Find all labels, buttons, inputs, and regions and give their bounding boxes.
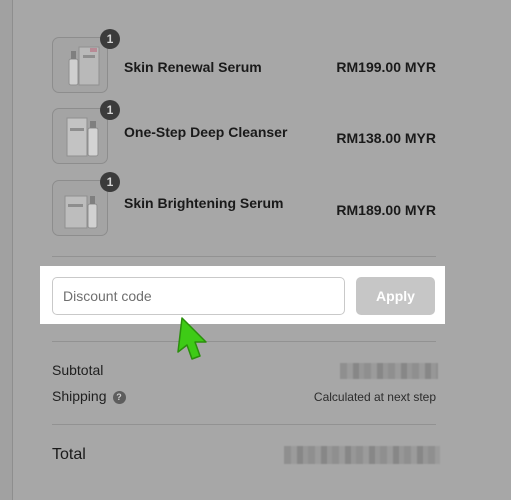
divider bbox=[52, 341, 436, 342]
line-item: 1 Skin Renewal Serum RM199.00 MYR bbox=[52, 29, 436, 97]
product-price: RM199.00 MYR bbox=[336, 59, 436, 75]
product-thumbnail bbox=[52, 108, 108, 164]
quantity-badge: 1 bbox=[100, 172, 120, 192]
arrow-pointer-icon bbox=[177, 317, 207, 360]
shipping-label: Shipping bbox=[52, 388, 107, 404]
shipping-value: Calculated at next step bbox=[313, 390, 436, 404]
line-item: 1 One-Step Deep Cleanser RM138.00 MYR bbox=[52, 100, 436, 168]
serum-bottle-box-icon bbox=[68, 46, 100, 86]
product-price: RM138.00 MYR bbox=[336, 130, 436, 146]
product-name: Skin Renewal Serum bbox=[124, 59, 262, 75]
cleanser-bottle-box-icon bbox=[66, 117, 99, 157]
quantity-badge: 1 bbox=[100, 100, 120, 120]
divider bbox=[52, 256, 436, 257]
discount-code-panel: Apply bbox=[40, 266, 445, 324]
product-name: Skin Brightening Serum bbox=[124, 195, 284, 211]
product-name: One-Step Deep Cleanser bbox=[124, 124, 288, 140]
apply-discount-button[interactable]: Apply bbox=[356, 277, 435, 315]
total-value-pixelated bbox=[284, 446, 440, 464]
subtotal-label: Subtotal bbox=[52, 362, 104, 378]
serum-bottle-box-icon bbox=[64, 195, 98, 229]
total-label: Total bbox=[52, 446, 86, 463]
line-item: 1 Skin Brightening Serum RM189.00 MYR bbox=[52, 172, 436, 240]
shipping-row: Shipping? bbox=[52, 388, 126, 404]
quantity-badge: 1 bbox=[100, 29, 120, 49]
discount-code-input[interactable] bbox=[52, 277, 345, 315]
product-thumbnail bbox=[52, 37, 108, 93]
page-edge bbox=[0, 0, 13, 500]
subtotal-value-pixelated bbox=[340, 363, 438, 379]
divider bbox=[52, 424, 436, 425]
question-icon[interactable]: ? bbox=[112, 390, 126, 404]
product-price: RM189.00 MYR bbox=[336, 202, 436, 218]
product-thumbnail bbox=[52, 180, 108, 236]
